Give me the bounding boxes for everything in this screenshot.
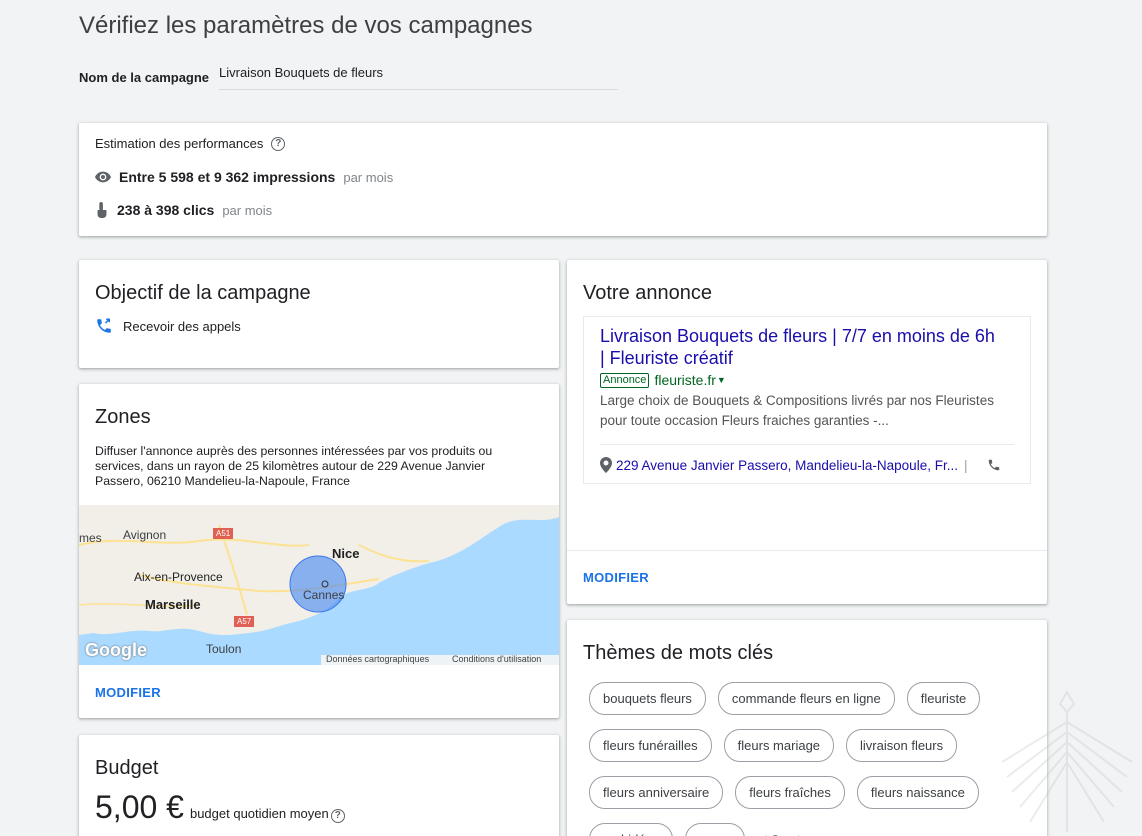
- keyword-chip[interactable]: livraison fleurs: [846, 729, 958, 762]
- objective-title: Objectif de la campagne: [95, 282, 311, 304]
- zones-title: Zones: [95, 406, 151, 428]
- map[interactable]: mes Avignon A51 Nice Aix-en-Provence Mar…: [79, 505, 559, 665]
- budget-card: Budget 5,00 € budget quotidien moyen ?: [79, 735, 559, 836]
- touch-icon: [97, 202, 107, 218]
- ad-address-divider: |: [963, 457, 968, 473]
- ad-modify-button[interactable]: MODIFIER: [583, 570, 649, 585]
- eagle-watermark-icon: [1001, 690, 1133, 832]
- ad-headline[interactable]: Livraison Bouquets de fleurs | 7/7 en mo…: [600, 325, 1000, 369]
- keyword-chip[interactable]: commande fleurs en ligne: [717, 682, 895, 715]
- objective-item: Recevoir des appels: [95, 317, 241, 335]
- ad-separator: [600, 444, 1014, 445]
- zones-modify-button[interactable]: MODIFIER: [95, 685, 161, 700]
- budget-label: budget quotidien moyen: [189, 806, 329, 821]
- map-label-nimes: mes: [79, 531, 102, 545]
- budget-row: 5,00 € budget quotidien moyen ?: [95, 789, 345, 826]
- ad-card: Votre annonce Livraison Bouquets de fleu…: [567, 260, 1047, 604]
- clicks-unit: par mois: [222, 202, 273, 218]
- map-label-toulon: Toulon: [206, 642, 242, 656]
- eye-icon: [95, 171, 111, 183]
- ad-address-row: 229 Avenue Janvier Passero, Mandelieu-la…: [600, 457, 1001, 473]
- ad-url-row: Annonce fleuriste.fr ▼: [600, 372, 726, 388]
- keyword-chip[interactable]: bouquets fleurs: [589, 682, 706, 715]
- ad-divider: [567, 550, 1047, 551]
- keyword-chip[interactable]: fleurs fraîches: [735, 776, 845, 809]
- objective-card: Objectif de la campagne Recevoir des app…: [79, 260, 559, 368]
- performance-title-text: Estimation des performances: [95, 136, 264, 151]
- budget-amount: 5,00 €: [95, 789, 184, 825]
- google-logo: Google: [85, 640, 147, 660]
- impressions-unit: par mois: [343, 169, 394, 185]
- campaign-name-field[interactable]: Livraison Bouquets de fleurs: [219, 64, 618, 90]
- map-label-avignon: Avignon: [123, 528, 167, 542]
- keywords-title: Thèmes de mots clés: [583, 642, 774, 664]
- campaign-name-label: Nom de la campagne: [79, 69, 210, 85]
- keyword-chip[interactable]: fleurs funérailles: [589, 729, 712, 762]
- ad-url[interactable]: fleuriste.fr: [654, 372, 715, 388]
- map-label-marseille: Marseille: [145, 597, 201, 612]
- keyword-chip[interactable]: fleurs naissance: [856, 776, 979, 809]
- help-icon[interactable]: ?: [271, 136, 286, 151]
- ad-description: Large choix de Bouquets & Compositions l…: [600, 393, 994, 428]
- keyword-chip[interactable]: fleurs anniversaire: [589, 776, 724, 809]
- dropdown-arrow-icon[interactable]: ▼: [717, 375, 726, 385]
- page-title: Vérifiez les paramètres de vos campagnes: [79, 12, 533, 39]
- more-keywords-link[interactable]: et 2 autres: [757, 823, 818, 836]
- phone-forward-icon: [97, 318, 111, 333]
- keyword-chip[interactable]: orchidées: [589, 823, 674, 836]
- keyword-chip[interactable]: roses: [685, 823, 746, 836]
- map-terms-link[interactable]: Conditions d'utilisation: [452, 654, 541, 664]
- budget-help-icon[interactable]: ?: [330, 809, 345, 823]
- map-label-nice: Nice: [332, 546, 360, 561]
- impressions-value: Entre 5 598 et 9 362 impressions: [119, 169, 336, 185]
- keyword-chips: bouquets fleurs commande fleurs en ligne…: [589, 682, 1009, 836]
- objective-item-label: Recevoir des appels: [123, 318, 241, 334]
- performance-title: Estimation des performances ?: [95, 136, 286, 151]
- map-label-cannes: Cannes: [303, 588, 345, 602]
- keyword-chip[interactable]: fleuriste: [906, 682, 981, 715]
- performance-card: Estimation des performances ? Entre 5 59…: [79, 123, 1047, 236]
- ad-preview: Livraison Bouquets de fleurs | 7/7 en mo…: [583, 316, 1031, 484]
- map-data-link[interactable]: Données cartographiques: [326, 654, 429, 664]
- keyword-chip[interactable]: fleurs mariage: [723, 729, 835, 762]
- phone-icon[interactable]: [987, 458, 1001, 472]
- clicks-row: 238 à 398 clics par mois: [95, 202, 272, 218]
- zones-description: Diffuser l'annonce auprès des personnes …: [95, 444, 493, 488]
- map-label-a51: A51: [216, 529, 231, 538]
- budget-title: Budget: [95, 757, 159, 779]
- map-label-aix: Aix-en-Provence: [134, 570, 223, 584]
- map-label-a57: A57: [237, 617, 252, 626]
- keywords-card: Thèmes de mots clés bouquets fleurs comm…: [567, 620, 1047, 836]
- campaign-name-row: Nom de la campagne Livraison Bouquets de…: [79, 64, 618, 90]
- ad-badge: Annonce: [600, 372, 650, 388]
- zones-card: Zones Diffuser l'annonce auprès des pers…: [79, 384, 559, 718]
- clicks-value: 238 à 398 clics: [117, 202, 215, 218]
- ad-title: Votre annonce: [583, 282, 712, 304]
- location-pin-icon: [600, 457, 612, 473]
- ad-address[interactable]: 229 Avenue Janvier Passero, Mandelieu-la…: [616, 458, 958, 473]
- impressions-row: Entre 5 598 et 9 362 impressions par moi…: [95, 169, 393, 185]
